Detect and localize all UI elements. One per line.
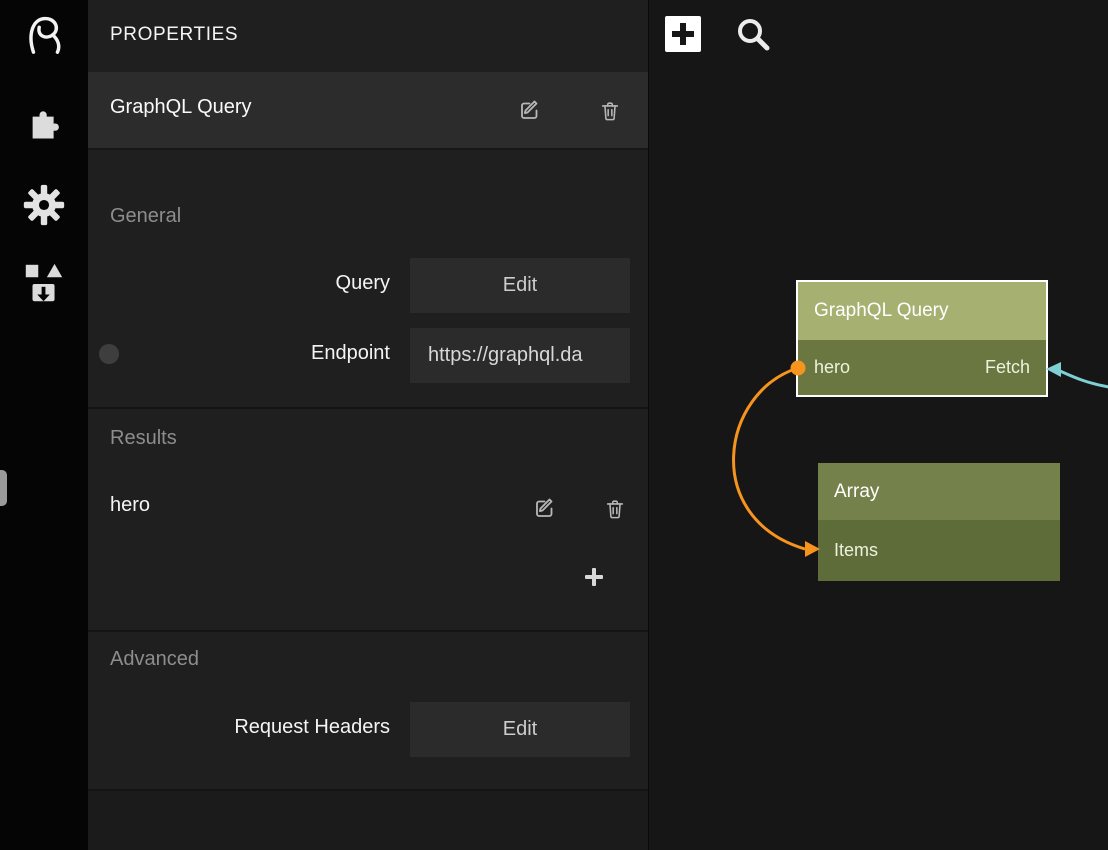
endpoint-input[interactable]: https://graphql.da — [410, 328, 630, 383]
selected-node-row[interactable]: GraphQL Query — [88, 72, 648, 150]
port-hero[interactable]: hero — [814, 357, 850, 378]
left-toolbar — [0, 0, 88, 850]
shapes-library-icon[interactable] — [21, 260, 67, 306]
wire-arrowhead-fetch — [1046, 362, 1061, 377]
request-headers-edit-button[interactable]: Edit — [410, 702, 630, 757]
add-result-plus-icon[interactable] — [582, 565, 606, 589]
section-divider — [88, 407, 648, 409]
node-title[interactable]: GraphQL Query — [798, 282, 1046, 340]
endpoint-value: https://graphql.da — [410, 328, 630, 383]
edit-pencil-icon[interactable] — [518, 98, 542, 122]
endpoint-label: Endpoint — [88, 342, 390, 365]
endpoint-connection-dot[interactable] — [99, 344, 119, 364]
section-general-title: General — [110, 205, 181, 228]
wire-into-fetch[interactable] — [1060, 371, 1108, 387]
node-ports-row: hero Fetch — [798, 340, 1046, 395]
search-icon[interactable] — [733, 14, 773, 54]
port-fetch[interactable]: Fetch — [985, 357, 1030, 378]
panel-edge-handle[interactable] — [0, 470, 7, 506]
app-window: PROPERTIES GraphQL Query General Query E — [0, 0, 1108, 850]
wire-hero-to-items[interactable] — [734, 368, 805, 549]
section-advanced-title: Advanced — [110, 648, 199, 671]
port-items[interactable]: Items — [834, 540, 878, 561]
selected-node-label: GraphQL Query — [110, 96, 252, 119]
trash-icon[interactable] — [598, 99, 622, 123]
add-node-icon[interactable] — [665, 16, 701, 52]
node-canvas[interactable]: GraphQL Query hero Fetch Array Items — [648, 0, 1108, 850]
properties-panel: PROPERTIES GraphQL Query General Query E — [88, 0, 648, 850]
query-edit-button[interactable]: Edit — [410, 258, 630, 313]
result-item-label: hero — [110, 494, 150, 517]
node-graphql-query[interactable]: GraphQL Query hero Fetch — [796, 280, 1048, 397]
node-ports-row: Items — [818, 520, 1060, 581]
panel-title: PROPERTIES — [110, 24, 238, 46]
request-headers-label: Request Headers — [88, 716, 390, 739]
node-array[interactable]: Array Items — [818, 463, 1060, 581]
connections-layer — [649, 0, 1108, 850]
query-label: Query — [88, 272, 390, 295]
puzzle-icon[interactable] — [21, 98, 67, 144]
section-results-title: Results — [110, 427, 177, 450]
section-divider — [88, 630, 648, 632]
trash-icon[interactable] — [603, 497, 627, 521]
panel-footer — [88, 791, 648, 850]
node-title[interactable]: Array — [818, 463, 1060, 520]
edit-pencil-icon[interactable] — [533, 496, 557, 520]
gear-icon[interactable] — [21, 182, 67, 228]
noodl-logo-icon[interactable] — [21, 10, 67, 56]
